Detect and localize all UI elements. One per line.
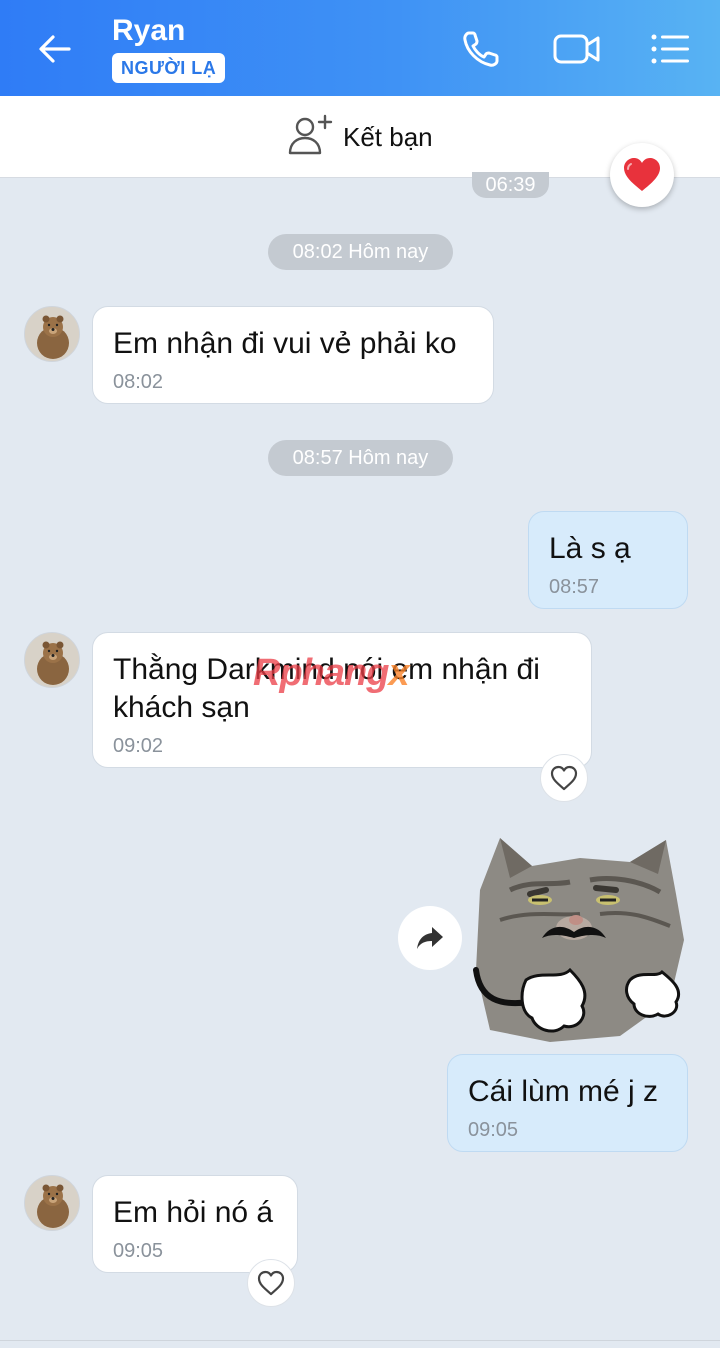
time-separator-partial: 06:39 (472, 172, 549, 198)
add-user-icon (287, 113, 333, 162)
avatar[interactable] (24, 632, 80, 688)
heart-outline-icon[interactable] (540, 754, 588, 802)
message-bubble-outgoing[interactable]: Là s ạ 08:57 (528, 511, 688, 609)
avatar[interactable] (24, 1175, 80, 1231)
time-separator: 08:02 Hôm nay (268, 234, 453, 270)
back-arrow-icon[interactable] (30, 24, 80, 74)
message-time: 08:57 (549, 576, 600, 598)
list-menu-icon[interactable] (646, 24, 696, 74)
time-separator: 08:57 Hôm nay (268, 440, 453, 476)
message-text: Em hỏi nó á (113, 1196, 274, 1229)
add-friend-label: Kết bạn (343, 121, 433, 152)
video-camera-icon[interactable] (552, 24, 602, 74)
stranger-badge: NGƯỜI LẠ (112, 53, 226, 83)
avatar[interactable] (24, 306, 80, 362)
watermark-logo: Rphangx (253, 652, 410, 695)
message-text: Em nhận đi vui vẻ phải ko (113, 327, 457, 360)
cat-mustache-shrug-sticker[interactable] (470, 830, 690, 1046)
chat-header: Ryan NGƯỜI LẠ (0, 0, 720, 96)
add-friend-button[interactable]: Kết bạn (287, 112, 433, 162)
message-text: Cái lùm mé j z (468, 1075, 659, 1108)
contact-name[interactable]: Ryan (112, 14, 185, 48)
message-time: 09:05 (468, 1119, 519, 1141)
message-time: 08:02 (113, 371, 164, 393)
message-time: 09:02 (113, 735, 164, 757)
bottom-divider (0, 1340, 720, 1348)
heart-outline-icon[interactable] (247, 1259, 295, 1307)
watermark-text: Rphang (253, 652, 389, 694)
forward-icon[interactable] (398, 906, 462, 970)
message-bubble-outgoing[interactable]: Cái lùm mé j z 09:05 (447, 1054, 688, 1152)
message-text: Là s ạ (549, 532, 631, 565)
message-bubble-incoming[interactable]: Em nhận đi vui vẻ phải ko 08:02 (92, 306, 494, 404)
phone-icon[interactable] (456, 24, 506, 74)
heart-reaction-icon[interactable] (610, 143, 674, 207)
message-time: 09:05 (113, 1240, 164, 1262)
watermark-suffix: x (388, 652, 409, 694)
